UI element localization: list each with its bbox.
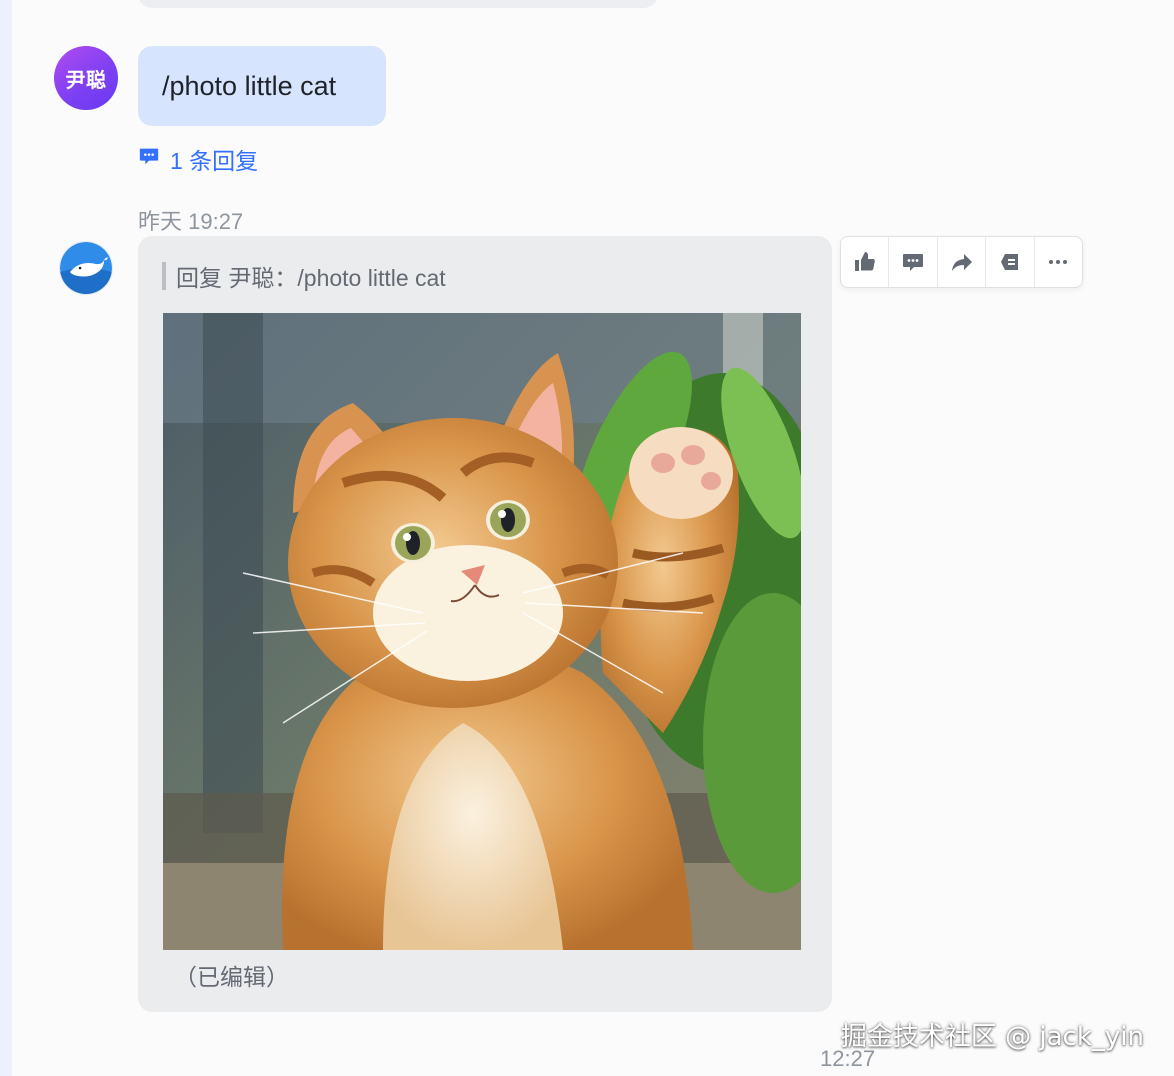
thread-reply-label[interactable]: 1 条回复 (170, 142, 258, 176)
forward-button[interactable] (938, 237, 987, 287)
comment-bubble-icon (138, 145, 160, 173)
bot-message-bubble: 回复 尹聪：/photo little cat （已编辑） (138, 236, 832, 1012)
left-rail (0, 0, 12, 1076)
generated-cat-photo[interactable] (163, 313, 801, 950)
quoted-reply[interactable]: 回复 尹聪：/photo little cat (162, 262, 446, 291)
more-button[interactable] (1035, 237, 1082, 287)
thread-reply-link[interactable]: 1 条回复 (138, 144, 258, 174)
watermark: 掘金技术社区 @ jack_yin (840, 1022, 1144, 1052)
next-message-timestamp: 12:27 (820, 1046, 876, 1071)
previous-message-bubble (138, 0, 658, 8)
user-message-bubble: /photo little cat (138, 46, 386, 126)
like-button[interactable] (841, 237, 890, 287)
quoted-reply-text: 回复 尹聪：/photo little cat (176, 265, 446, 291)
thumbs-up-icon (854, 252, 875, 271)
reply-button[interactable] (889, 237, 938, 287)
message-timestamp: 昨天 19:27 (138, 209, 244, 234)
edited-label: （已编辑） (174, 964, 289, 990)
more-icon (1049, 260, 1068, 264)
whale-bot-icon (60, 242, 112, 294)
message-action-toolbar (840, 236, 1083, 288)
user-message-text: /photo little cat (162, 70, 337, 101)
pin-button[interactable] (986, 237, 1035, 287)
user-avatar[interactable]: 尹聪 (54, 46, 118, 110)
pin-icon (1000, 254, 1018, 270)
bot-avatar[interactable] (60, 242, 112, 294)
comment-icon (903, 254, 924, 271)
forward-icon (951, 254, 972, 271)
